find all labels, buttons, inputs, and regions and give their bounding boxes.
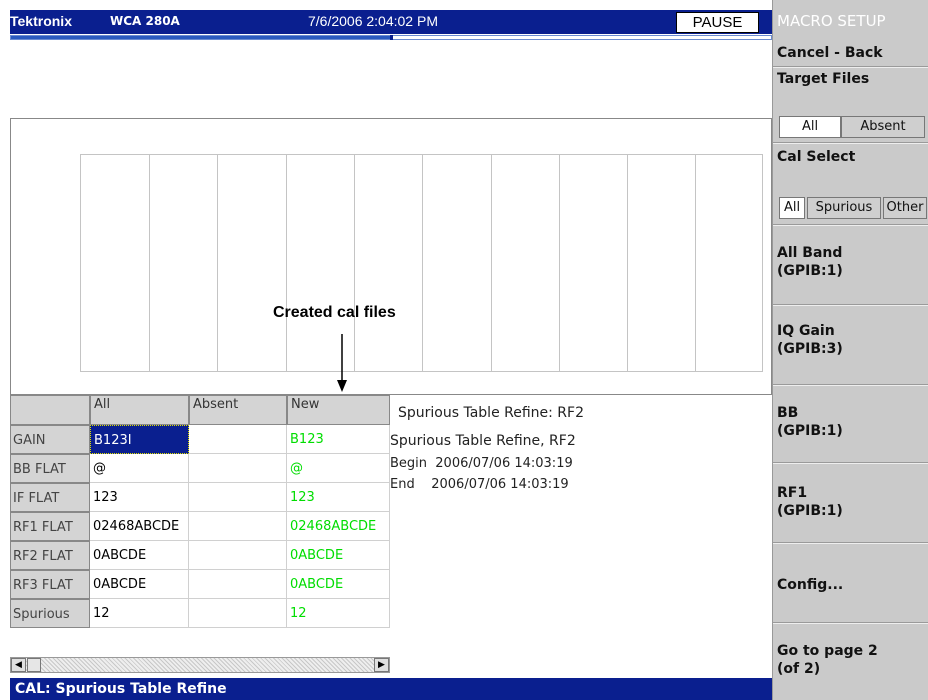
iq-gain-line2: (GPIB:3) bbox=[777, 341, 843, 357]
progress-marker bbox=[390, 35, 393, 40]
target-files-absent-option[interactable]: Absent bbox=[841, 116, 925, 138]
progress-fill bbox=[11, 36, 390, 39]
rf1-button[interactable]: RF1 (GPIB:1) bbox=[777, 484, 927, 520]
iq-gain-button[interactable]: IQ Gain (GPIB:3) bbox=[777, 322, 927, 358]
bb-button[interactable]: BB (GPIB:1) bbox=[777, 404, 927, 440]
column-header-new[interactable]: New bbox=[287, 395, 390, 425]
cal-select-label: Cal Select bbox=[777, 149, 856, 165]
rf1-line2: (GPIB:1) bbox=[777, 503, 843, 519]
table-row: Spurious 12 12 bbox=[10, 599, 390, 628]
side-menu: MACRO SETUP Cancel - Back Target Files A… bbox=[772, 0, 928, 700]
config-button[interactable]: Config... bbox=[777, 576, 927, 594]
cell-all[interactable]: 0ABCDE bbox=[90, 570, 189, 599]
table-header-row: All Absent New bbox=[10, 395, 390, 425]
cell-new[interactable]: 0ABCDE bbox=[287, 541, 390, 570]
cal-select-spurious-option[interactable]: Spurious bbox=[807, 197, 881, 219]
go-page-line1: Go to page 2 bbox=[777, 643, 878, 659]
row-header-rf1-flat[interactable]: RF1 FLAT bbox=[10, 512, 90, 541]
table-row: RF3 FLAT 0ABCDE 0ABCDE bbox=[10, 570, 390, 599]
table-row: RF1 FLAT 02468ABCDE 02468ABCDE bbox=[10, 512, 390, 541]
cell-absent[interactable] bbox=[189, 425, 287, 454]
cell-all[interactable]: 12 bbox=[90, 599, 189, 628]
status-bar: CAL: Spurious Table Refine bbox=[10, 678, 772, 700]
cell-all[interactable]: B123I bbox=[90, 425, 189, 454]
scroll-right-icon[interactable]: ▶ bbox=[374, 658, 389, 672]
cal-select-all-option[interactable]: All bbox=[779, 197, 805, 219]
cell-all[interactable]: 0ABCDE bbox=[90, 541, 189, 570]
table-row: GAIN B123I B123 bbox=[10, 425, 390, 454]
iq-gain-line1: IQ Gain bbox=[777, 323, 835, 339]
log-line-3: End 2006/07/06 14:03:19 bbox=[390, 477, 569, 492]
row-header-bb-flat[interactable]: BB FLAT bbox=[10, 454, 90, 483]
row-header-if-flat[interactable]: IF FLAT bbox=[10, 483, 90, 512]
table-row: RF2 FLAT 0ABCDE 0ABCDE bbox=[10, 541, 390, 570]
cell-new[interactable]: B123 bbox=[287, 425, 390, 454]
cell-all[interactable]: @ bbox=[90, 454, 189, 483]
cancel-back-button[interactable]: Cancel - Back bbox=[777, 44, 927, 62]
column-header-all[interactable]: All bbox=[90, 395, 189, 425]
bb-line1: BB bbox=[777, 405, 799, 421]
scroll-thumb[interactable] bbox=[27, 658, 41, 672]
progress-bar bbox=[10, 35, 772, 40]
horizontal-scrollbar[interactable]: ◀ ▶ bbox=[10, 657, 390, 673]
cell-all[interactable]: 02468ABCDE bbox=[90, 512, 189, 541]
row-header-spurious[interactable]: Spurious bbox=[10, 599, 90, 628]
cell-new[interactable]: 12 bbox=[287, 599, 390, 628]
table-row: IF FLAT 123 123 bbox=[10, 483, 390, 512]
cell-new[interactable]: 123 bbox=[287, 483, 390, 512]
pause-button[interactable]: PAUSE bbox=[676, 12, 759, 33]
cell-absent[interactable] bbox=[189, 541, 287, 570]
cell-new[interactable]: 0ABCDE bbox=[287, 570, 390, 599]
rf1-line1: RF1 bbox=[777, 485, 808, 501]
row-header-rf2-flat[interactable]: RF2 FLAT bbox=[10, 541, 90, 570]
cell-new[interactable]: @ bbox=[287, 454, 390, 483]
target-files-all-option[interactable]: All bbox=[779, 116, 841, 138]
bb-line2: (GPIB:1) bbox=[777, 423, 843, 439]
datetime-label: 7/6/2006 2:04:02 PM bbox=[308, 13, 438, 29]
model-label: WCA 280A bbox=[110, 14, 180, 28]
all-band-button[interactable]: All Band (GPIB:1) bbox=[777, 244, 927, 280]
scroll-left-icon[interactable]: ◀ bbox=[11, 658, 26, 672]
log-line-2: Begin 2006/07/06 14:03:19 bbox=[390, 456, 573, 471]
header-corner bbox=[10, 395, 90, 425]
go-to-page-button[interactable]: Go to page 2 (of 2) bbox=[777, 642, 927, 678]
cell-absent[interactable] bbox=[189, 570, 287, 599]
cell-absent[interactable] bbox=[189, 483, 287, 512]
all-band-line1: All Band bbox=[777, 245, 843, 261]
go-page-line2: (of 2) bbox=[777, 661, 821, 677]
row-header-rf3-flat[interactable]: RF3 FLAT bbox=[10, 570, 90, 599]
log-title: Spurious Table Refine: RF2 bbox=[398, 405, 584, 421]
column-header-absent[interactable]: Absent bbox=[189, 395, 287, 425]
cell-absent[interactable] bbox=[189, 454, 287, 483]
cell-absent[interactable] bbox=[189, 599, 287, 628]
log-line-1: Spurious Table Refine, RF2 bbox=[390, 433, 576, 449]
menu-title: MACRO SETUP bbox=[777, 12, 886, 30]
all-band-line2: (GPIB:1) bbox=[777, 263, 843, 279]
table-row: BB FLAT @ @ bbox=[10, 454, 390, 483]
cal-select-other-option[interactable]: Other bbox=[883, 197, 927, 219]
callout-arrow-icon bbox=[337, 334, 347, 392]
cell-new[interactable]: 02468ABCDE bbox=[287, 512, 390, 541]
plot-grid bbox=[80, 154, 763, 372]
target-files-label: Target Files bbox=[777, 71, 870, 87]
row-header-gain[interactable]: GAIN bbox=[10, 425, 90, 454]
cell-absent[interactable] bbox=[189, 512, 287, 541]
cell-all[interactable]: 123 bbox=[90, 483, 189, 512]
callout-label: Created cal files bbox=[273, 304, 396, 321]
brand-label: Tektronix bbox=[10, 13, 72, 29]
